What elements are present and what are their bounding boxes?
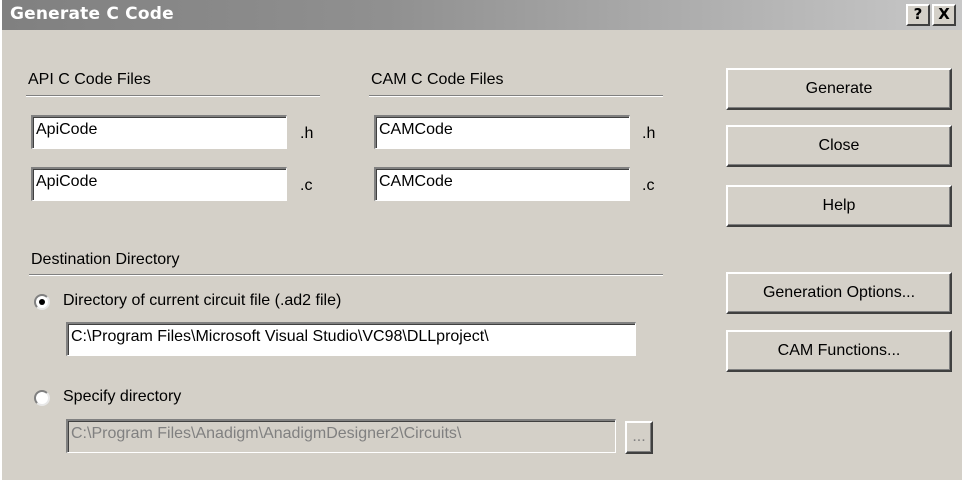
close-button[interactable]: Close (726, 125, 952, 167)
api-group-title: API C Code Files (28, 71, 151, 88)
radio-current-directory-label[interactable]: Directory of current circuit file (.ad2 … (63, 292, 341, 310)
cam-source-filename-input[interactable]: CAMCode (374, 167, 630, 201)
api-source-extension: .c (300, 177, 313, 194)
api-source-filename-input[interactable]: ApiCode (31, 167, 287, 201)
cam-group-title: CAM C Code Files (371, 71, 504, 88)
help-question-button[interactable]: ? (906, 4, 930, 26)
api-header-extension: .h (300, 125, 314, 142)
specify-directory-path-field[interactable]: C:\Program Files\Anadigm\AnadigmDesigner… (66, 419, 616, 453)
current-directory-path-field[interactable]: C:\Program Files\Microsoft Visual Studio… (66, 322, 636, 356)
radio-current-directory[interactable] (34, 294, 50, 310)
radio-specify-directory-label[interactable]: Specify directory (63, 388, 181, 406)
cam-source-extension: .c (642, 177, 655, 194)
cam-functions-button[interactable]: CAM Functions... (726, 330, 952, 372)
generate-c-code-dialog: Generate C Code ? X API C Code Files Api… (0, 0, 962, 480)
cam-header-filename-input[interactable]: CAMCode (374, 115, 630, 149)
browse-directory-button[interactable]: ... (625, 421, 653, 454)
help-button[interactable]: Help (726, 185, 952, 227)
close-window-button[interactable]: X (932, 4, 956, 26)
question-mark-icon: ? (913, 5, 923, 23)
cam-header-extension: .h (642, 125, 656, 142)
destination-group-title: Destination Directory (31, 251, 180, 268)
generation-options-button[interactable]: Generation Options... (726, 272, 952, 314)
destination-group-divider (29, 274, 663, 276)
close-icon: X (938, 5, 950, 23)
generate-button[interactable]: Generate (726, 68, 952, 110)
cam-group-divider (369, 95, 663, 97)
window-title: Generate C Code (10, 4, 174, 24)
radio-specify-directory[interactable] (34, 390, 50, 406)
title-bar[interactable]: Generate C Code ? X (2, 0, 962, 30)
api-header-filename-input[interactable]: ApiCode (31, 115, 287, 149)
api-group-divider (26, 95, 320, 97)
radio-selected-dot-icon (39, 299, 45, 305)
